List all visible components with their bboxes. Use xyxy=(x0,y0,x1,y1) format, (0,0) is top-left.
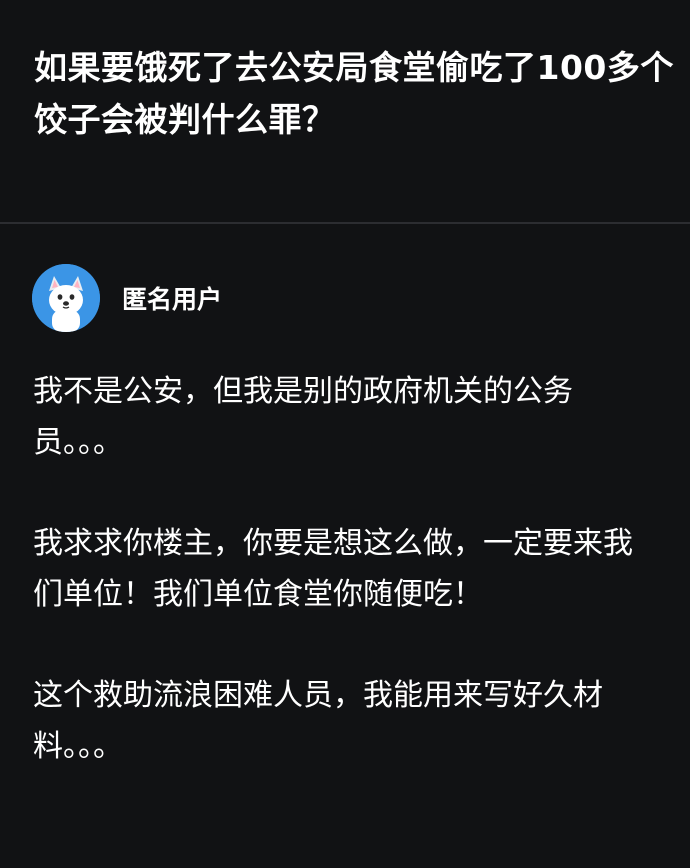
answer-paragraph: 这个救助流浪困难人员，我能用来写好久材料。。。 xyxy=(33,678,603,764)
answer-paragraph: 我求求你楼主，你要是想这么做，一定要来我们单位！我们单位食堂你随便吃！ xyxy=(33,526,633,612)
answer-author[interactable]: 匿名用户 xyxy=(32,263,222,333)
question-title[interactable]: 如果要饿死了去公安局食堂偷吃了100多个饺子会被判什么罪？ xyxy=(34,42,674,146)
answer-paragraph: 我不是公安，但我是别的政府机关的公务员。。。 xyxy=(33,374,573,460)
author-name[interactable]: 匿名用户 xyxy=(122,280,222,316)
divider xyxy=(0,222,690,224)
answer-content: 我不是公安，但我是别的政府机关的公务员。。。 我求求你楼主，你要是想这么做，一定… xyxy=(33,366,658,822)
anonymous-dog-avatar-icon[interactable] xyxy=(32,264,100,332)
